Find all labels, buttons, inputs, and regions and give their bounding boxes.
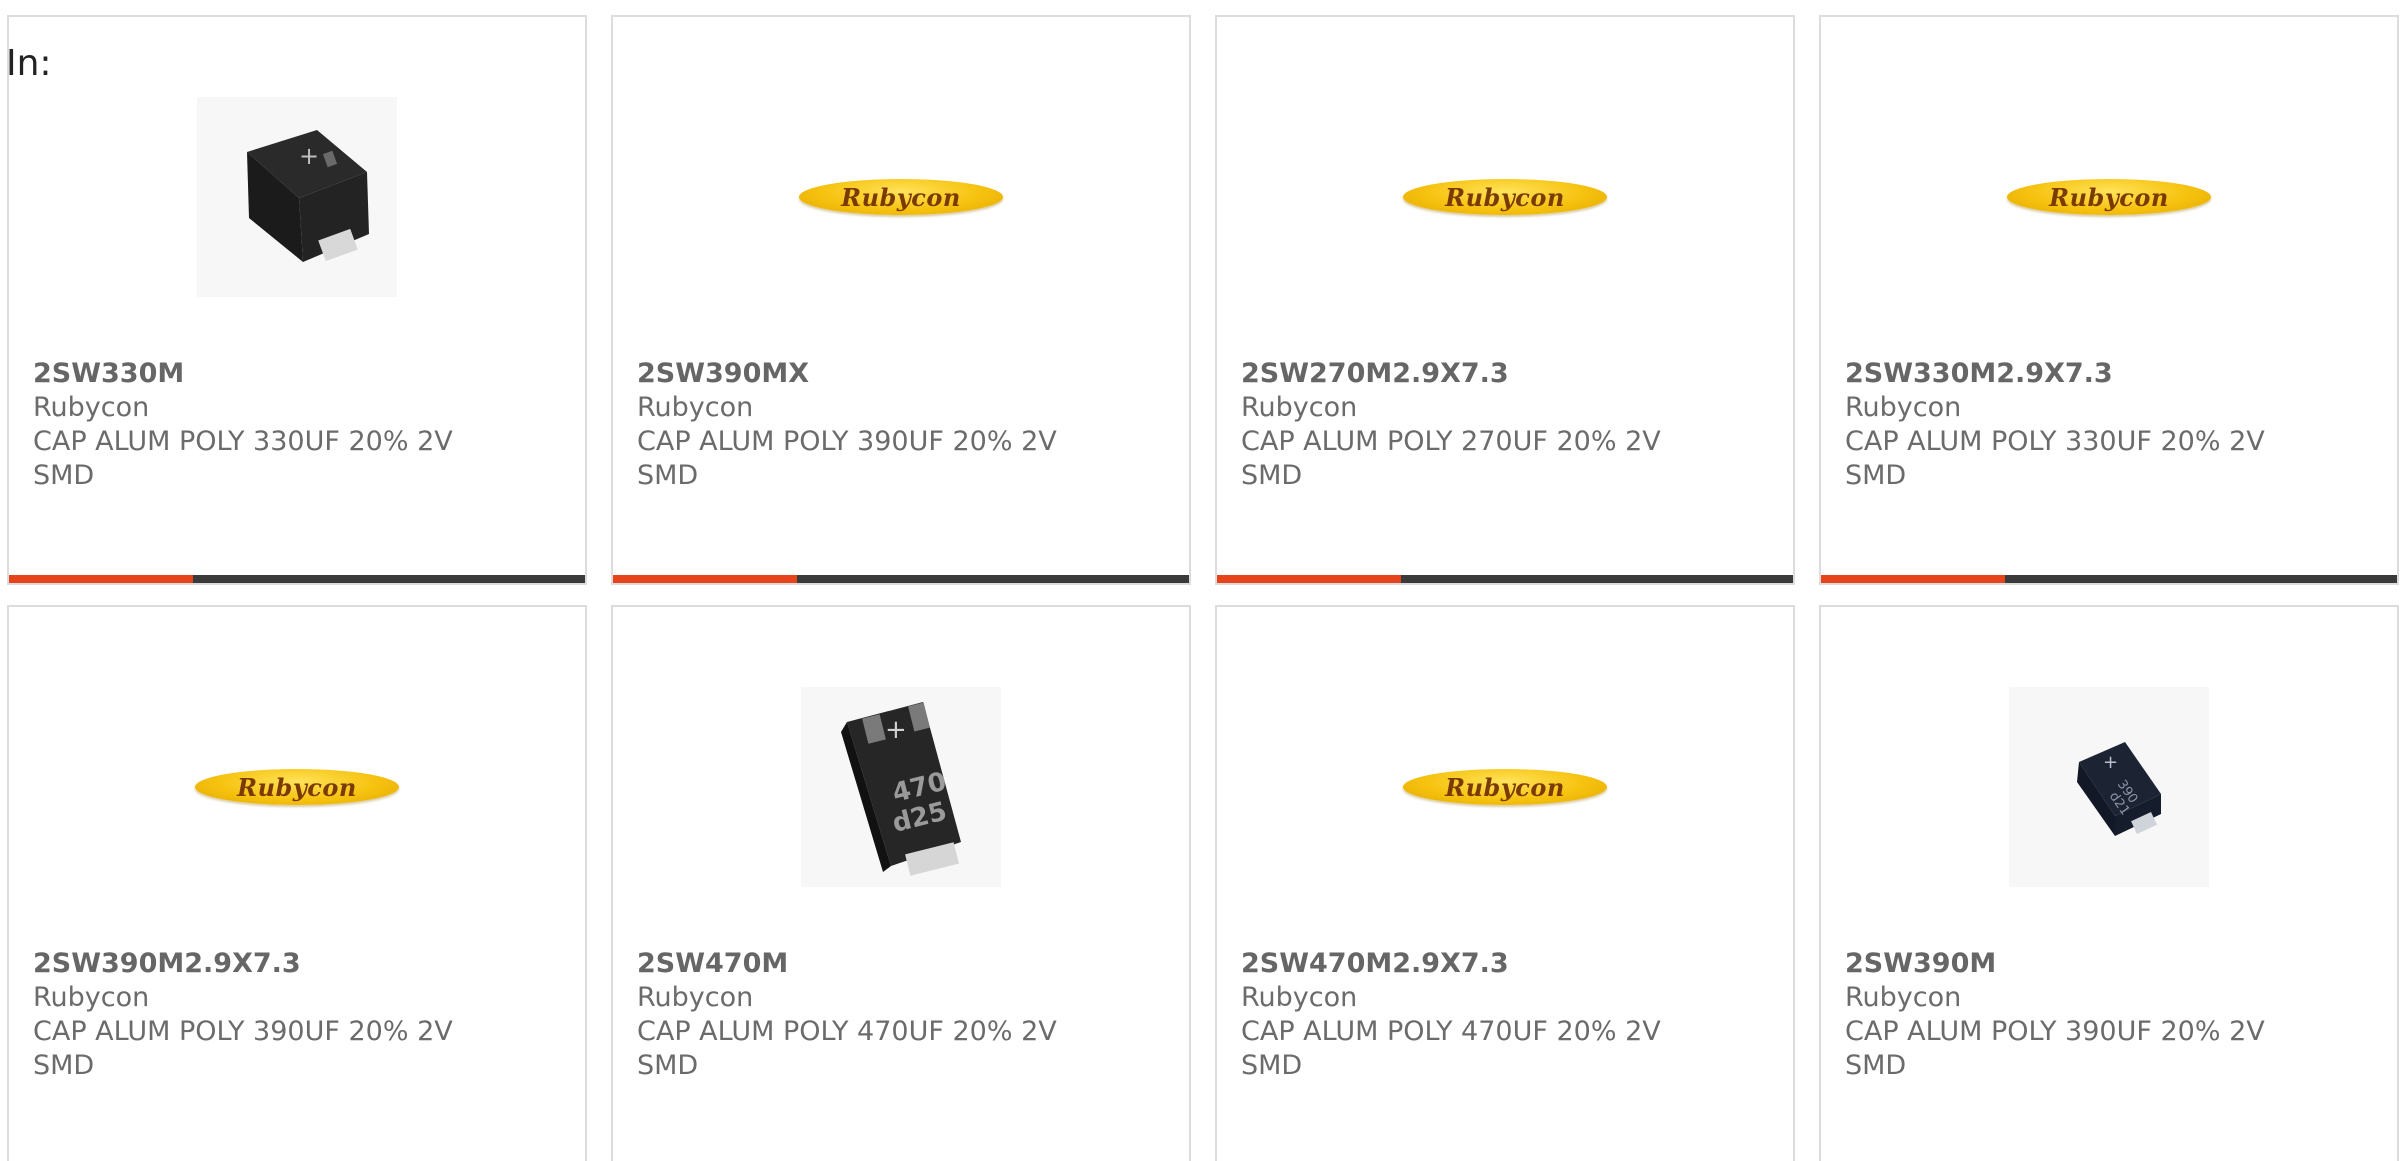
part-number[interactable]: 2SW390M <box>1845 947 2265 981</box>
product-card[interactable]: Rubycon 2SW390M2.9X7.3 Rubycon CAP ALUM … <box>7 605 587 1161</box>
description: CAP ALUM POLY 390UF 20% 2V <box>1845 1016 2265 1047</box>
part-number[interactable]: 2SW330M <box>33 357 453 391</box>
product-info: 2SW390M2.9X7.3 Rubycon CAP ALUM POLY 390… <box>33 947 453 1083</box>
package: SMD <box>637 1050 699 1081</box>
package: SMD <box>33 460 95 491</box>
capacitor-photo: + 390 d21 <box>2009 687 2209 887</box>
product-image: + 390 d21 <box>1821 667 2397 907</box>
manufacturer: Rubycon <box>637 392 754 423</box>
part-number[interactable]: 2SW470M2.9X7.3 <box>1241 947 1661 981</box>
manufacturer: Rubycon <box>1845 982 1962 1013</box>
manufacturer: Rubycon <box>1241 392 1358 423</box>
part-number[interactable]: 2SW470M <box>637 947 1057 981</box>
product-image: Rubycon <box>1217 77 1793 317</box>
logo-text: Rubycon <box>1445 182 1565 212</box>
product-card[interactable]: Rubycon 2SW330M2.9X7.3 Rubycon CAP ALUM … <box>1819 15 2399 585</box>
product-image: Rubycon <box>1821 77 2397 317</box>
description: CAP ALUM POLY 270UF 20% 2V <box>1241 426 1661 457</box>
product-info: 2SW270M2.9X7.3 Rubycon CAP ALUM POLY 270… <box>1241 357 1661 493</box>
logo-text: Rubycon <box>2049 182 2169 212</box>
product-info: 2SW330M2.9X7.3 Rubycon CAP ALUM POLY 330… <box>1845 357 2265 493</box>
rubycon-logo: Rubycon <box>1403 179 1607 215</box>
progress-bar <box>1217 575 1793 583</box>
progress-bar <box>613 575 1189 583</box>
package: SMD <box>33 1050 95 1081</box>
logo-text: Rubycon <box>1445 772 1565 802</box>
product-info: 2SW330M Rubycon CAP ALUM POLY 330UF 20% … <box>33 357 453 493</box>
product-image: Rubycon <box>613 77 1189 317</box>
part-number[interactable]: 2SW390M2.9X7.3 <box>33 947 453 981</box>
manufacturer: Rubycon <box>637 982 754 1013</box>
product-card[interactable]: + 390 d21 2SW390M Rubycon CAP ALUM POLY … <box>1819 605 2399 1161</box>
description: CAP ALUM POLY 390UF 20% 2V <box>33 1016 453 1047</box>
progress-bar <box>9 575 585 583</box>
manufacturer: Rubycon <box>33 392 150 423</box>
product-card[interactable]: Rubycon 2SW390MX Rubycon CAP ALUM POLY 3… <box>611 15 1191 585</box>
progress-fill <box>1217 575 1402 583</box>
product-image: + 470 d25 <box>613 667 1189 907</box>
package: SMD <box>1845 1050 1907 1081</box>
capacitor-photo: + <box>197 97 397 297</box>
description: CAP ALUM POLY 470UF 20% 2V <box>1241 1016 1661 1047</box>
part-number[interactable]: 2SW390MX <box>637 357 1057 391</box>
progress-fill <box>1821 575 2006 583</box>
rubycon-logo: Rubycon <box>195 769 399 805</box>
product-grid-page: In: + 2SW330M Rubycon CAP ALUM POLY 330U… <box>0 0 2400 1161</box>
part-number[interactable]: 2SW330M2.9X7.3 <box>1845 357 2265 391</box>
rubycon-logo: Rubycon <box>2007 179 2211 215</box>
svg-text:+: + <box>299 142 319 170</box>
svg-text:+: + <box>2103 752 2118 773</box>
logo-text: Rubycon <box>841 182 961 212</box>
svg-text:+: + <box>885 715 907 745</box>
capacitor-photo: + 470 d25 <box>801 687 1001 887</box>
description: CAP ALUM POLY 330UF 20% 2V <box>1845 426 2265 457</box>
product-image: + <box>9 77 585 317</box>
product-image: Rubycon <box>9 667 585 907</box>
progress-fill <box>613 575 798 583</box>
product-image: Rubycon <box>1217 667 1793 907</box>
product-grid: + 2SW330M Rubycon CAP ALUM POLY 330UF 20… <box>7 15 2399 1161</box>
product-card[interactable]: Rubycon 2SW270M2.9X7.3 Rubycon CAP ALUM … <box>1215 15 1795 585</box>
description: CAP ALUM POLY 330UF 20% 2V <box>33 426 453 457</box>
package: SMD <box>1241 460 1303 491</box>
manufacturer: Rubycon <box>33 982 150 1013</box>
manufacturer: Rubycon <box>1845 392 1962 423</box>
product-info: 2SW470M Rubycon CAP ALUM POLY 470UF 20% … <box>637 947 1057 1083</box>
package: SMD <box>1845 460 1907 491</box>
in-label: In: <box>6 43 52 84</box>
rubycon-logo: Rubycon <box>799 179 1003 215</box>
description: CAP ALUM POLY 470UF 20% 2V <box>637 1016 1057 1047</box>
progress-bar <box>1821 575 2397 583</box>
logo-text: Rubycon <box>237 772 357 802</box>
part-number[interactable]: 2SW270M2.9X7.3 <box>1241 357 1661 391</box>
product-info: 2SW470M2.9X7.3 Rubycon CAP ALUM POLY 470… <box>1241 947 1661 1083</box>
rubycon-logo: Rubycon <box>1403 769 1607 805</box>
product-info: 2SW390MX Rubycon CAP ALUM POLY 390UF 20%… <box>637 357 1057 493</box>
package: SMD <box>1241 1050 1303 1081</box>
package: SMD <box>637 460 699 491</box>
product-card[interactable]: + 470 d25 2SW470M Rubycon CAP ALUM POLY … <box>611 605 1191 1161</box>
product-card[interactable]: + 2SW330M Rubycon CAP ALUM POLY 330UF 20… <box>7 15 587 585</box>
manufacturer: Rubycon <box>1241 982 1358 1013</box>
progress-fill <box>9 575 194 583</box>
product-card[interactable]: Rubycon 2SW470M2.9X7.3 Rubycon CAP ALUM … <box>1215 605 1795 1161</box>
product-info: 2SW390M Rubycon CAP ALUM POLY 390UF 20% … <box>1845 947 2265 1083</box>
description: CAP ALUM POLY 390UF 20% 2V <box>637 426 1057 457</box>
